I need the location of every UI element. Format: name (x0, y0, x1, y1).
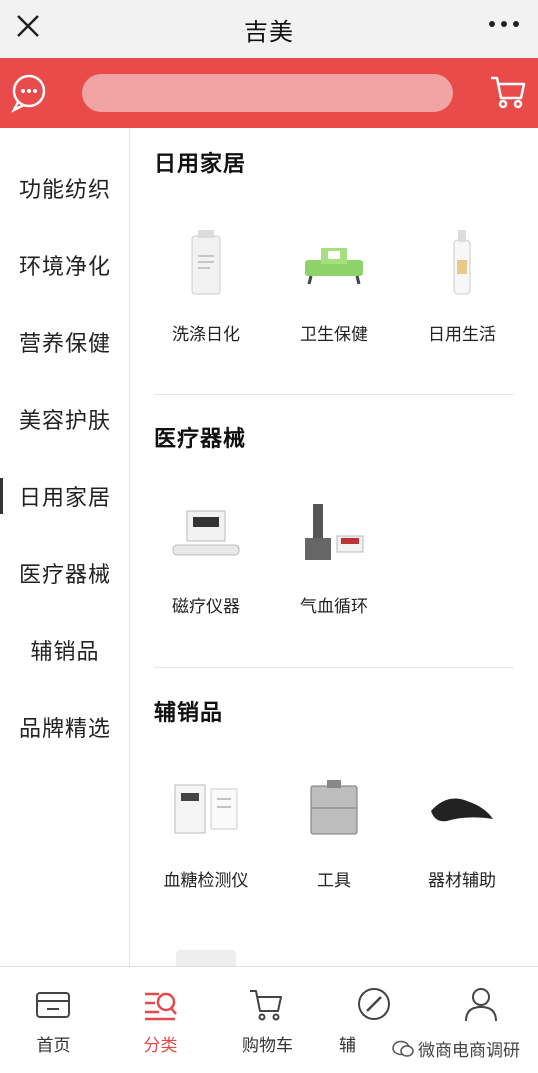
search-header (0, 58, 538, 128)
product-item[interactable]: 气血循环 (274, 490, 394, 617)
title-bar: 吉美 (0, 0, 538, 58)
category-content: 日用家居 洗涤日化 卫生保健 日用生活 医疗器械 磁疗仪器 气血循环 辅销品 血… (130, 128, 538, 966)
sidebar-item-medical[interactable]: 医疗器械 (0, 543, 130, 603)
watermark: 微商电商调研 (388, 1036, 524, 1061)
product-item[interactable]: 器材辅助 (402, 764, 522, 891)
section-divider (154, 667, 514, 668)
product-thumbnail (274, 764, 394, 854)
cart-icon (250, 990, 282, 1021)
product-item[interactable]: 血糖检测仪 (146, 764, 266, 891)
sidebar-item-functional-textile[interactable]: 功能纺织 (0, 158, 130, 218)
tab-home[interactable]: 首页 (0, 967, 107, 1073)
chat-bubble-icon (11, 74, 46, 113)
section-divider (154, 394, 514, 395)
sidebar-item-daily-home[interactable]: 日用家居 (0, 466, 130, 526)
tab-category[interactable]: 分类 (107, 967, 214, 1073)
product-item[interactable]: 日用生活 (402, 218, 522, 345)
tab-cart[interactable]: 购物车 (214, 967, 321, 1073)
product-item[interactable]: 卫生保健 (274, 218, 394, 345)
wechat-icon (392, 1040, 414, 1057)
sidebar-item-nutrition[interactable]: 营养保健 (0, 312, 130, 372)
close-icon[interactable] (10, 8, 46, 44)
home-icon (36, 992, 70, 1018)
sidebar-item-auxiliary[interactable]: 辅销品 (0, 620, 130, 680)
sidebar-item-brand[interactable]: 品牌精选 (0, 697, 130, 757)
sidebar-item-beauty[interactable]: 美容护肤 (0, 389, 130, 449)
search-input[interactable] (82, 74, 453, 112)
cart-icon[interactable] (488, 72, 528, 112)
product-thumbnail (176, 950, 236, 966)
product-thumbnail (402, 764, 522, 854)
sidebar-item-environment[interactable]: 环境净化 (0, 235, 130, 295)
window-title: 吉美 (244, 17, 294, 46)
product-thumbnail (402, 218, 522, 308)
product-item[interactable]: 洗涤日化 (146, 218, 266, 345)
product-thumbnail (146, 490, 266, 580)
section-title: 辅销品 (154, 701, 224, 726)
section-title: 日用家居 (154, 152, 247, 177)
product-thumbnail (146, 218, 266, 308)
category-sidebar: 功能纺织 环境净化 营养保健 美容护肤 日用家居 医疗器械 辅销品 品牌精选 (0, 128, 130, 966)
more-options-icon[interactable] (484, 12, 524, 36)
product-thumbnail (274, 218, 394, 308)
compass-icon (358, 988, 390, 1020)
category-icon (145, 992, 177, 1021)
user-icon (465, 988, 497, 1022)
product-item[interactable]: 工具 (274, 764, 394, 891)
message-button[interactable] (8, 72, 50, 114)
product-item[interactable]: 磁疗仪器 (146, 490, 266, 617)
product-thumbnail (274, 490, 394, 580)
section-title: 医疗器械 (154, 427, 247, 452)
product-thumbnail (146, 764, 266, 854)
